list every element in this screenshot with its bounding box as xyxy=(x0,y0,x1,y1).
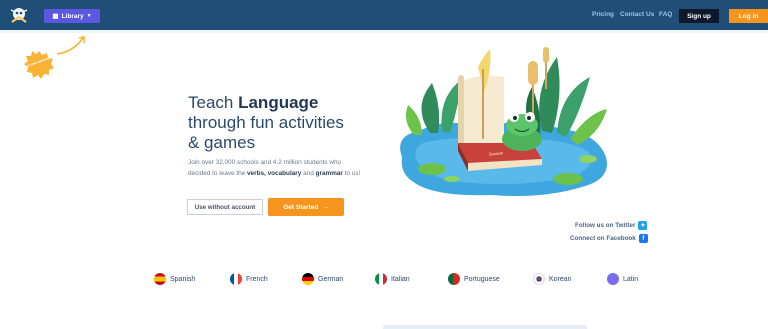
language-label: Latin xyxy=(623,275,639,283)
subtitle-grammar: grammar xyxy=(315,170,343,177)
title-bold: Language xyxy=(238,93,319,112)
subtitle-line-1: Join over 32,000 schools and 4.2 million… xyxy=(188,159,342,166)
france-flag-icon xyxy=(230,273,242,285)
language-label: German xyxy=(318,275,344,283)
language-french[interactable]: French xyxy=(230,273,268,285)
get-started-label: Get Started xyxy=(283,203,319,211)
language-label: Italian xyxy=(391,275,410,283)
subtitle-verbs: verbs, vocabulary xyxy=(246,170,302,177)
page-title: Teach Language through fun activities & … xyxy=(188,93,378,153)
nav-link-pricing[interactable]: Pricing xyxy=(592,11,614,18)
use-without-account-button[interactable]: Use without account xyxy=(187,199,263,215)
facebook-connect[interactable]: Connect on Facebook f xyxy=(570,234,648,243)
language-label: French xyxy=(246,275,268,283)
twitter-follow[interactable]: Follow us on Twitter ✦ xyxy=(575,221,648,230)
latin-icon xyxy=(607,273,619,285)
library-button[interactable]: ▦ Library ▼ xyxy=(44,9,100,23)
hero-illustration: Spanish xyxy=(400,47,607,196)
language-korean[interactable]: Korean xyxy=(533,273,572,285)
italy-flag-icon xyxy=(375,273,387,285)
facebook-label: Connect on Facebook xyxy=(570,235,636,242)
language-german[interactable]: German xyxy=(302,273,343,285)
portugal-flag-icon xyxy=(448,273,460,285)
language-latin[interactable]: Latin xyxy=(607,273,638,285)
top-navbar: ▦ Library ▼ Pricing Contact Us FAQ Sign … xyxy=(0,0,768,30)
language-italian[interactable]: Italian xyxy=(375,273,410,285)
chevron-down-icon: ▼ xyxy=(86,13,92,19)
germany-flag-icon xyxy=(302,273,314,285)
hero-subtitle: Join over 32,000 schools and 4.2 million… xyxy=(188,157,388,179)
subtitle-text-a: decided to leave the xyxy=(188,170,247,177)
subtitle-end: to us! xyxy=(342,170,361,177)
language-label: Korean xyxy=(549,275,572,283)
korea-flag-icon xyxy=(533,273,545,285)
logo-icon[interactable] xyxy=(8,4,30,26)
library-label: Library xyxy=(61,12,84,20)
signup-button[interactable]: Sign up xyxy=(679,9,719,23)
get-started-button[interactable]: Get Started → xyxy=(268,198,344,216)
language-label: Portuguese xyxy=(464,275,500,283)
title-line-2: through fun activities xyxy=(188,113,344,132)
twitter-icon: ✦ xyxy=(638,221,648,230)
subtitle-and: and xyxy=(301,170,316,177)
new-adventure-badge: it's a new adventure xyxy=(24,51,54,79)
spain-flag-icon xyxy=(154,273,166,285)
bottom-section-edge xyxy=(383,325,587,329)
arrow-icon xyxy=(56,36,85,55)
nav-link-contact-us[interactable]: Contact Us xyxy=(620,11,654,18)
title-pre: Teach xyxy=(188,93,239,112)
language-spanish[interactable]: Spanish xyxy=(154,273,195,285)
nav-link-faq[interactable]: FAQ xyxy=(659,11,672,18)
book-label: Spanish xyxy=(489,151,504,157)
arrow-right-icon: → xyxy=(322,203,329,211)
facebook-icon: f xyxy=(638,234,648,243)
nav-divider xyxy=(0,30,768,33)
title-line-3: & games xyxy=(188,133,256,152)
login-button[interactable]: Log in xyxy=(729,9,768,23)
language-portuguese[interactable]: Portuguese xyxy=(448,273,500,285)
language-label: Spanish xyxy=(170,275,196,283)
twitter-label: Follow us on Twitter xyxy=(575,222,636,229)
library-icon: ▦ xyxy=(52,13,59,20)
